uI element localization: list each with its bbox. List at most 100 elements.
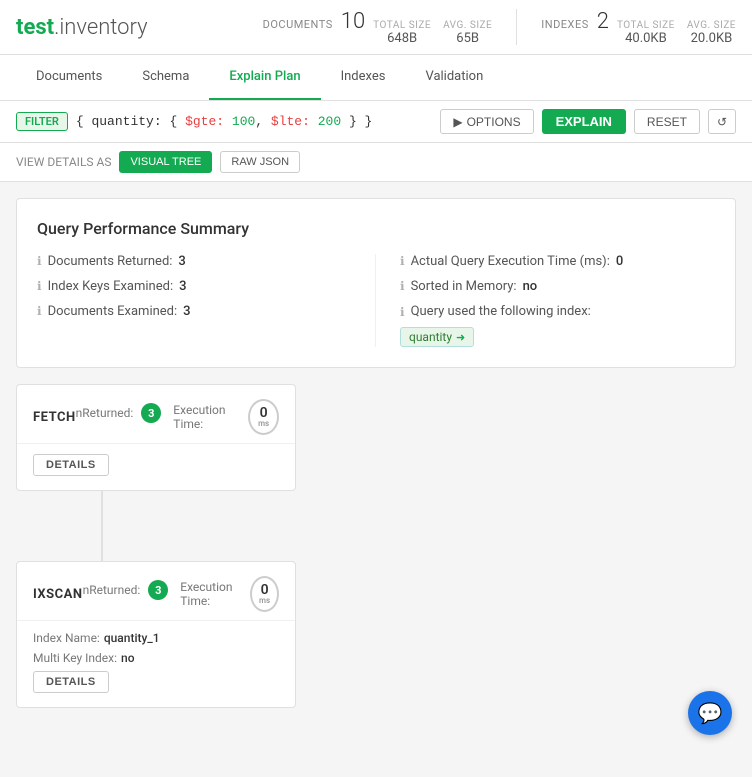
options-label: OPTIONS (467, 115, 521, 129)
documents-label: DOCUMENTS (263, 18, 333, 31)
fetch-details-button[interactable]: DETAILS (33, 454, 109, 476)
summary-grid: ℹ Documents Returned: 3 ℹ Index Keys Exa… (37, 254, 715, 347)
indexes-count: 2 (597, 9, 609, 34)
tree-connector (101, 491, 103, 561)
avg-size-label: AVG. SIZE (443, 20, 492, 31)
fetch-title: FETCH (33, 410, 76, 425)
filter-actions: ▶ OPTIONS EXPLAIN RESET ↺ (440, 109, 736, 134)
sorted-label: Sorted in Memory: (411, 279, 517, 294)
idx-avg-size-stat: AVG. SIZE 20.0KB (687, 20, 736, 46)
ixscan-index-name-row: Index Name: quantity_1 (33, 631, 279, 645)
ixscan-time-value: 0 (261, 583, 269, 597)
index-keys-row: ℹ Index Keys Examined: 3 (37, 279, 355, 294)
filter-badge[interactable]: FILTER (16, 112, 68, 131)
exec-time-row: ℹ Actual Query Execution Time (ms): 0 (400, 254, 715, 269)
docs-examined-label: Documents Examined: (48, 304, 178, 319)
fetch-node: FETCH nReturned: 3 Execution Time: 0 ms (16, 384, 296, 491)
idx-total-size-value: 40.0KB (625, 31, 667, 46)
ixscan-details-button[interactable]: DETAILS (33, 671, 109, 693)
tab-validation[interactable]: Validation (405, 55, 503, 100)
ixscan-multi-key-row: Multi Key Index: no (33, 651, 279, 665)
avg-size-stat: AVG. SIZE 65B (443, 20, 492, 46)
raw-json-button[interactable]: RAW JSON (220, 151, 300, 173)
idx-avg-size-value: 20.0KB (691, 31, 733, 46)
ixscan-index-name-value: quantity_1 (104, 631, 160, 645)
index-keys-info-icon: ℹ (37, 279, 42, 293)
fetch-exec-time: Execution Time: 0 ms (173, 399, 279, 435)
summary-left-col: ℹ Documents Returned: 3 ℹ Index Keys Exa… (37, 254, 376, 347)
ixscan-time-circle: 0 ms (250, 576, 279, 612)
logo[interactable]: test.inventory (16, 15, 148, 40)
index-tag[interactable]: quantity ➜ (400, 327, 474, 347)
fetch-exec-time-label: Execution Time: (173, 403, 244, 431)
ixscan-body: Index Name: quantity_1 Multi Key Index: … (17, 621, 295, 707)
fetch-body: DETAILS (17, 444, 295, 490)
tab-explain-plan[interactable]: Explain Plan (209, 55, 320, 100)
ixscan-nreturned-label: nReturned: (83, 583, 141, 597)
main-content: Query Performance Summary ℹ Documents Re… (0, 182, 752, 777)
sorted-info-icon: ℹ (400, 279, 405, 293)
fetch-nreturned-label: nReturned: (76, 406, 134, 420)
docs-returned-value: 3 (178, 254, 185, 269)
view-details-label: VIEW DETAILS AS (16, 155, 111, 169)
logo-brand: test (16, 15, 54, 40)
fetch-nreturned-row: nReturned: 3 (76, 403, 162, 423)
ixscan-nreturned-badge: 3 (148, 580, 168, 600)
exec-time-value: 0 (616, 254, 623, 269)
fetch-header: FETCH nReturned: 3 Execution Time: 0 ms (17, 385, 295, 444)
index-keys-value: 3 (179, 279, 186, 294)
ixscan-multi-key-value: no (121, 651, 135, 665)
tab-indexes[interactable]: Indexes (321, 55, 406, 100)
indexes-stat: INDEXES 2 TOTAL SIZE 40.0KB AVG. SIZE 20… (541, 9, 736, 46)
index-used-label: Query used the following index: (411, 304, 591, 319)
indexes-label: INDEXES (541, 18, 589, 31)
index-tag-arrow-icon: ➜ (456, 331, 465, 344)
explain-button[interactable]: EXPLAIN (542, 109, 626, 134)
filter-bar: FILTER { quantity: { $gte: 100, $lte: 20… (0, 101, 752, 143)
summary-right-col: ℹ Actual Query Execution Time (ms): 0 ℹ … (376, 254, 715, 347)
fetch-time-unit: ms (258, 420, 269, 428)
docs-examined-value: 3 (183, 304, 190, 319)
idx-avg-size-label: AVG. SIZE (687, 20, 736, 31)
docs-returned-info-icon: ℹ (37, 254, 42, 268)
total-size-value: 648B (387, 31, 417, 46)
tab-schema[interactable]: Schema (122, 55, 209, 100)
idx-total-size-stat: TOTAL SIZE 40.0KB (617, 20, 675, 46)
docs-examined-info-icon: ℹ (37, 304, 42, 318)
options-arrow-icon: ▶ (453, 115, 462, 129)
visual-tree-button[interactable]: VISUAL TREE (119, 151, 212, 173)
chat-bubble[interactable]: 💬 (688, 691, 732, 735)
history-button[interactable]: ↺ (708, 109, 736, 134)
docs-examined-row: ℹ Documents Examined: 3 (37, 304, 355, 319)
ixscan-exec-time: Execution Time: 0 ms (180, 576, 279, 612)
fetch-time-circle: 0 ms (248, 399, 279, 435)
fetch-stats: nReturned: 3 Execution Time: 0 ms (76, 399, 279, 435)
summary-title: Query Performance Summary (37, 219, 715, 238)
exec-time-label: Actual Query Execution Time (ms): (411, 254, 610, 269)
ixscan-title: IXSCAN (33, 587, 83, 602)
documents-sub: TOTAL SIZE 648B AVG. SIZE 65B (373, 20, 492, 46)
ixscan-header: IXSCAN nReturned: 3 Execution Time: 0 ms (17, 562, 295, 621)
summary-card: Query Performance Summary ℹ Documents Re… (16, 198, 736, 368)
total-size-stat: TOTAL SIZE 648B (373, 20, 431, 46)
total-size-label: TOTAL SIZE (373, 20, 431, 31)
ixscan-index-name-label: Index Name: (33, 631, 100, 645)
tree-area: FETCH nReturned: 3 Execution Time: 0 ms (16, 384, 736, 708)
header: test.inventory DOCUMENTS 10 TOTAL SIZE 6… (0, 0, 752, 55)
ixscan-nreturned-row: nReturned: 3 (83, 580, 169, 600)
index-tag-name: quantity (409, 330, 452, 344)
filter-query[interactable]: { quantity: { $gte: 100, $lte: 200 } } (76, 114, 432, 129)
options-button[interactable]: ▶ OPTIONS (440, 109, 533, 134)
fetch-time-value: 0 (260, 406, 268, 420)
fetch-nreturned-badge: 3 (141, 403, 161, 423)
index-used-info-icon: ℹ (400, 305, 405, 319)
reset-button[interactable]: RESET (634, 109, 700, 134)
exec-time-info-icon: ℹ (400, 254, 405, 268)
tab-documents[interactable]: Documents (16, 55, 122, 100)
sorted-row: ℹ Sorted in Memory: no (400, 279, 715, 294)
ixscan-time-unit: ms (259, 597, 270, 605)
logo-rest: .inventory (54, 15, 147, 40)
index-used-row: ℹ Query used the following index: quanti… (400, 304, 715, 347)
avg-size-value: 65B (456, 31, 479, 46)
ixscan-stats: nReturned: 3 Execution Time: 0 ms (83, 576, 279, 612)
